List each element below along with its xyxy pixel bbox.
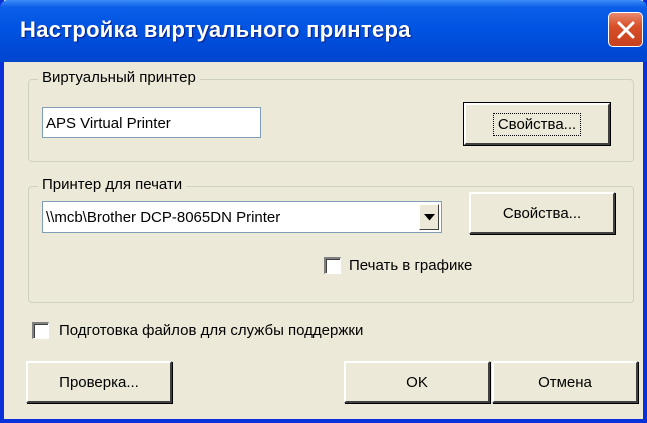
virtual-printer-name-field[interactable]: APS Virtual Printer [42,107,261,138]
print-graphics-label: Печать в графике [349,257,473,274]
dropdown-button[interactable] [419,204,439,230]
chevron-down-icon [424,214,435,221]
close-button[interactable] [608,12,643,47]
test-button-label: Проверка... [59,373,139,391]
dialog-window: Настройка виртуального принтера Виртуаль… [0,0,647,423]
ok-button-label: OK [406,373,428,391]
print-graphics-checkbox[interactable] [324,257,341,274]
support-files-label: Подготовка файлов для службы поддержки [59,322,364,339]
ok-button[interactable]: OK [344,361,490,403]
close-icon [617,21,635,39]
print-printer-selected-value: \\mcb\Brother DCP-8065DN Printer [46,209,281,226]
cancel-button[interactable]: Отмена [492,361,638,403]
print-printer-legend: Принтер для печати [38,176,187,193]
virtual-printer-properties-button[interactable]: Свойства... [463,102,611,146]
virtual-printer-legend: Виртуальный принтер [38,69,200,86]
print-printer-properties-label: Свойства... [502,204,582,222]
title-bar[interactable]: Настройка виртуального принтера [0,0,647,62]
print-printer-properties-button[interactable]: Свойства... [469,192,615,234]
print-printer-select[interactable]: \\mcb\Brother DCP-8065DN Printer [42,201,442,233]
window-title: Настройка виртуального принтера [20,17,411,42]
cancel-button-label: Отмена [538,373,592,391]
test-button[interactable]: Проверка... [26,361,172,403]
virtual-printer-properties-label: Свойства... [492,112,582,136]
support-files-checkbox[interactable] [32,322,49,339]
